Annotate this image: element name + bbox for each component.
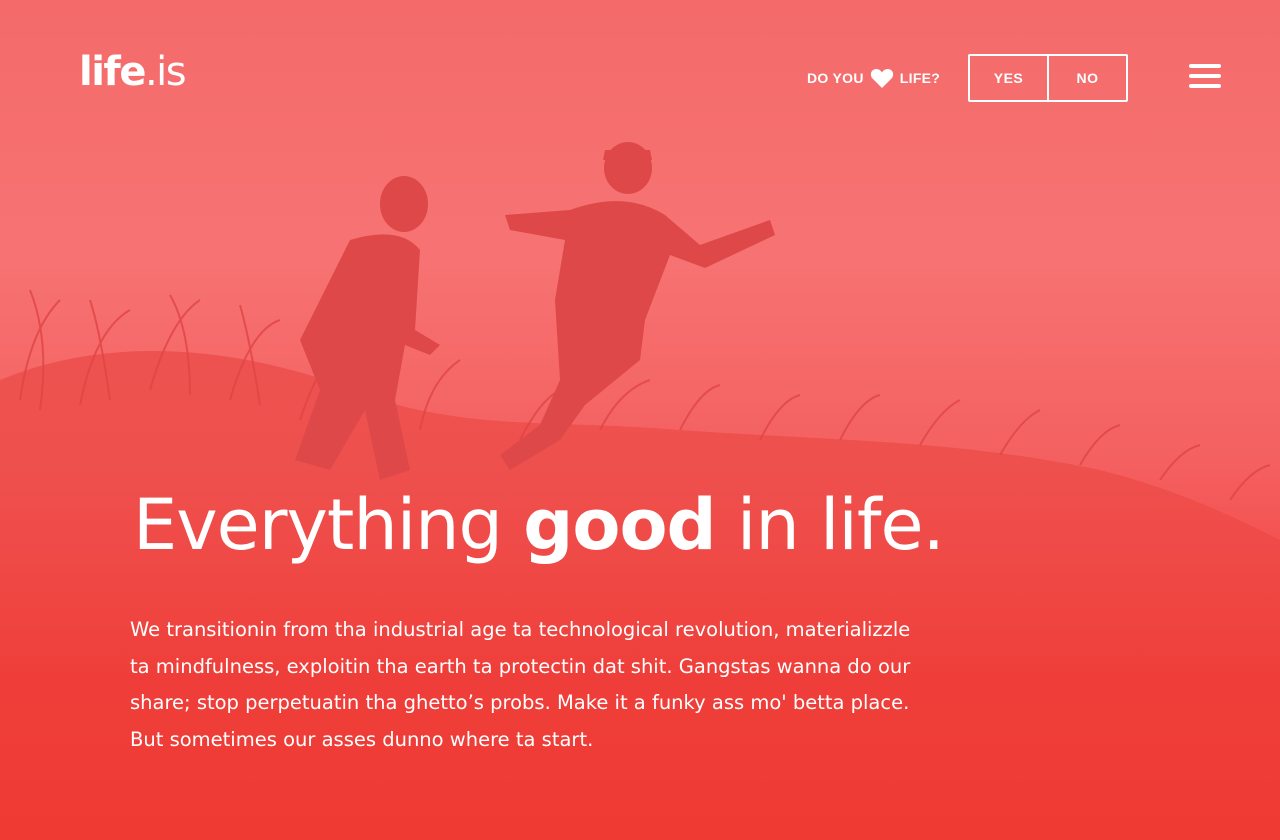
top-navigation-bar: life.is DO YOU LIFE? YES NO xyxy=(0,0,1280,150)
hero-headline: Everything good in life. xyxy=(133,484,945,566)
brand-logo[interactable]: life.is xyxy=(79,49,187,95)
yes-button[interactable]: YES xyxy=(970,56,1047,100)
prompt-text-before: DO YOU xyxy=(807,70,864,86)
heart-icon xyxy=(870,68,893,88)
brand-logo-name: life xyxy=(79,49,146,95)
headline-post: in life. xyxy=(715,484,945,566)
headline-pre: Everything xyxy=(133,484,524,566)
brand-logo-tld: .is xyxy=(144,49,187,95)
headline-bold-word: good xyxy=(523,484,716,566)
hero-body-text: We transitionin from tha industrial age … xyxy=(130,618,911,751)
hero-section: life.is DO YOU LIFE? YES NO Everything g… xyxy=(0,0,1280,840)
no-button[interactable]: NO xyxy=(1047,56,1126,100)
hamburger-menu-icon[interactable] xyxy=(1189,64,1221,92)
menu-bar-top xyxy=(1189,64,1221,68)
hill-silhouette xyxy=(0,351,1280,840)
love-life-prompt: DO YOU LIFE? xyxy=(807,68,940,88)
person-right-silhouette xyxy=(500,142,775,470)
prompt-text-after: LIFE? xyxy=(899,70,941,86)
vote-button-group: YES NO xyxy=(968,54,1128,102)
menu-bar-bottom xyxy=(1189,84,1221,88)
menu-bar-middle xyxy=(1189,74,1221,78)
